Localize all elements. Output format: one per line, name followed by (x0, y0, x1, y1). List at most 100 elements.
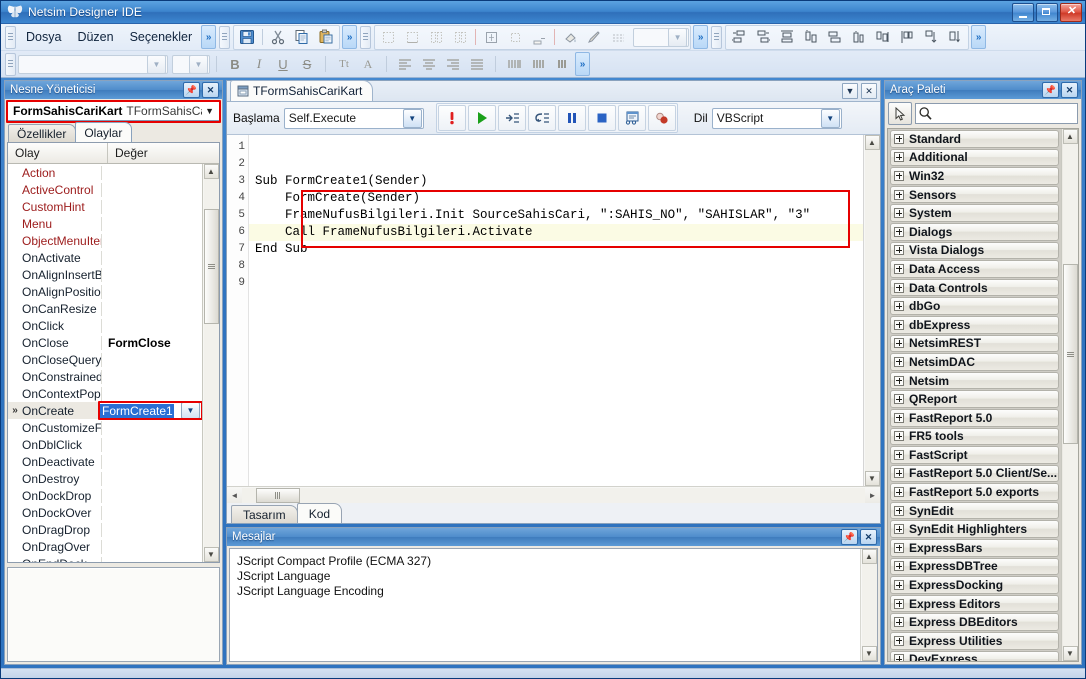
palette-category-data-controls[interactable]: Data Controls (890, 278, 1059, 297)
palette-category-fastreport-5-0[interactable]: FastReport 5.0 (890, 408, 1059, 427)
palette-category-dbexpress[interactable]: dbExpress (890, 315, 1059, 334)
expand-plus-icon[interactable] (894, 301, 904, 312)
expand-plus-icon[interactable] (894, 245, 904, 256)
line-width-combo[interactable]: ▼ (633, 27, 690, 47)
tab-olaylar[interactable]: Olaylar (75, 122, 133, 142)
expand-plus-icon[interactable] (894, 226, 904, 237)
font-name-combo[interactable]: ▼ (18, 54, 168, 74)
expand-plus-icon[interactable] (894, 263, 904, 274)
palette-category-fastreport-5-0-exports[interactable]: FastReport 5.0 exports (890, 483, 1059, 501)
pin-icon[interactable]: 📌 (1042, 82, 1059, 98)
expand-plus-icon[interactable] (894, 505, 904, 516)
expand-plus-icon[interactable] (894, 319, 904, 330)
strikethrough-button[interactable]: S (295, 53, 319, 76)
size-icon[interactable] (527, 26, 551, 49)
code-line[interactable] (249, 258, 863, 275)
expand-plus-icon[interactable] (894, 542, 904, 553)
cut-icon[interactable] (266, 26, 290, 49)
palette-category-qreport[interactable]: QReport (890, 390, 1059, 408)
event-row-oncontextpopu[interactable]: OnContextPopu (8, 385, 202, 402)
expand-plus-icon[interactable] (894, 356, 904, 367)
palette-category-netsimrest[interactable]: NetsimREST (890, 334, 1059, 353)
tool-palette-items[interactable]: Standard Additional Win32 Sensors System Dial… (888, 129, 1061, 661)
watch-icon[interactable] (617, 105, 646, 131)
char-spacing-loose-icon[interactable] (502, 53, 526, 76)
scroll-down-icon[interactable]: ▼ (861, 646, 877, 661)
align-text-center-icon[interactable] (417, 53, 441, 76)
expand-plus-icon[interactable] (894, 394, 904, 405)
toolbar-grip-2[interactable] (360, 25, 372, 49)
char-spacing-normal-icon[interactable] (526, 53, 550, 76)
toolbar-grip-1[interactable] (219, 25, 231, 49)
code-vertical-scrollbar[interactable]: ▲ ▼ (863, 135, 880, 486)
event-row-ondeactivate[interactable]: OnDeactivate (8, 453, 202, 470)
italic-button[interactable]: I (247, 53, 271, 76)
underline-button[interactable]: U (271, 53, 295, 76)
scroll-up-icon[interactable]: ▲ (864, 135, 880, 150)
expand-plus-icon[interactable] (894, 412, 904, 423)
align-bottoms-icon[interactable] (823, 26, 847, 49)
size-to-grid-icon[interactable] (943, 26, 967, 49)
palette-category-sensors[interactable]: Sensors (890, 185, 1059, 204)
palette-category-dialogs[interactable]: Dialogs (890, 222, 1059, 241)
event-value-editor[interactable]: FormCreate1 ▼ (100, 402, 201, 419)
brush-icon[interactable] (582, 26, 606, 49)
palette-category-fastscript[interactable]: FastScript (890, 446, 1059, 464)
event-row-oncustomizefor[interactable]: OnCustomizeFor (8, 419, 202, 436)
palette-category-synedit-highlighters[interactable]: SynEdit Highlighters (890, 520, 1059, 539)
close-icon[interactable]: ✕ (1061, 82, 1078, 98)
menu-secenekler[interactable]: Seçenekler (122, 26, 201, 48)
tab-list-chevron-down-icon[interactable]: ▼ (842, 83, 858, 99)
close-icon[interactable]: ✕ (202, 82, 219, 98)
document-tab[interactable]: TFormSahisCariKart (230, 80, 374, 101)
align-rights-icon[interactable] (751, 26, 775, 49)
tool-palette-search-input[interactable] (915, 103, 1078, 124)
scroll-up-icon[interactable]: ▲ (861, 549, 877, 564)
palette-category-express-dbeditors[interactable]: Express DBEditors (890, 613, 1059, 632)
line-style-icon[interactable] (606, 26, 630, 49)
language-combo[interactable]: VBScript ▼ (711, 107, 842, 129)
start-combo[interactable]: Self.Execute ▼ (283, 107, 424, 129)
chevron-down-icon[interactable]: ▼ (181, 402, 200, 419)
event-row-menu[interactable]: Menu (8, 215, 202, 232)
center-vert-icon[interactable] (503, 26, 527, 49)
code-text[interactable]: Sub FormCreate1(Sender) FormCreate(Sende… (249, 135, 863, 486)
align-toolbar-overflow-chevron-icon[interactable]: » (971, 25, 987, 49)
expand-plus-icon[interactable] (894, 170, 904, 181)
palette-category-data-access[interactable]: Data Access (890, 260, 1059, 278)
close-icon[interactable]: ✕ (860, 529, 877, 545)
palette-category-additional[interactable]: Additional (890, 148, 1059, 167)
scroll-left-icon[interactable]: ◄ (227, 488, 242, 503)
font-size-combo[interactable]: ▼ (172, 54, 210, 74)
align-bottom-icon[interactable] (400, 26, 424, 49)
event-row-onactivate[interactable]: OnActivate (8, 249, 202, 266)
copy-icon[interactable] (290, 26, 314, 49)
expand-plus-icon[interactable] (894, 133, 904, 144)
code-line[interactable]: FrameNufusBilgileri.Init SourceSahisCari… (249, 207, 863, 224)
minimize-button[interactable] (1012, 3, 1034, 22)
palette-category-vista-dialogs[interactable]: Vista Dialogs (890, 241, 1059, 260)
palette-category-fastreport-5-0-client-se[interactable]: FastReport 5.0 Client/Se... (890, 464, 1059, 483)
event-row-onenddock[interactable]: OnEndDock (8, 555, 202, 562)
format-toolbar-grip[interactable] (5, 52, 16, 76)
expand-plus-icon[interactable] (894, 580, 904, 591)
hscroll-thumb[interactable] (256, 487, 300, 503)
event-row-onclick[interactable]: OnClick (8, 317, 202, 334)
breakpoint-icon[interactable] (647, 105, 676, 131)
step-into-icon[interactable] (497, 105, 526, 131)
pin-icon[interactable]: 📌 (183, 82, 200, 98)
pin-icon[interactable]: 📌 (841, 529, 858, 545)
format-toolbar-overflow-chevron-icon[interactable]: » (575, 52, 590, 76)
expand-plus-icon[interactable] (894, 449, 904, 460)
hscroll-track[interactable] (242, 487, 865, 503)
event-row-onalignposition[interactable]: OnAlignPosition (8, 283, 202, 300)
file-toolbar-overflow-chevron-icon[interactable]: » (342, 25, 358, 49)
menu-overflow-chevron-icon[interactable]: » (201, 25, 217, 49)
expand-plus-icon[interactable] (894, 431, 904, 442)
syntax-check-icon[interactable] (437, 105, 466, 131)
palette-category-devexpress[interactable]: DevExpress (890, 650, 1059, 661)
palette-category-fr5-tools[interactable]: FR5 tools (890, 427, 1059, 446)
palette-category-express-editors[interactable]: Express Editors (890, 594, 1059, 613)
stop-icon[interactable] (587, 105, 616, 131)
fill-color-icon[interactable] (558, 26, 582, 49)
